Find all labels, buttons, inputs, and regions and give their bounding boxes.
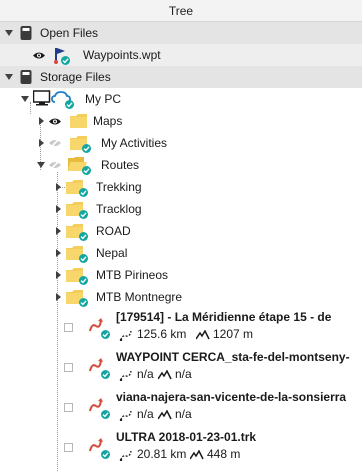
folder-name: Tracklog bbox=[96, 202, 142, 216]
status-check-icon bbox=[82, 166, 91, 175]
track-elevation: n/a bbox=[175, 367, 192, 381]
track-name: viana-najera-san-vicente-de-la-sonsierra bbox=[116, 390, 347, 404]
track-elevation: 448 m bbox=[207, 447, 241, 461]
track-elevation: n/a bbox=[175, 407, 192, 421]
track-name: [179514] - La Méridienne étape 15 - de bbox=[116, 310, 332, 324]
status-check-icon bbox=[65, 100, 74, 109]
track-checkbox[interactable] bbox=[64, 403, 73, 412]
expand-down-icon[interactable] bbox=[4, 28, 14, 38]
folder-icon bbox=[70, 114, 88, 128]
tree-item-folder[interactable]: ROAD bbox=[0, 220, 362, 242]
expand-right-icon[interactable] bbox=[36, 138, 46, 148]
track-checkbox[interactable] bbox=[64, 443, 73, 452]
track-checkbox[interactable] bbox=[64, 363, 73, 372]
section-open-files[interactable]: Open Files bbox=[0, 22, 362, 44]
folder-name: Trekking bbox=[96, 180, 142, 194]
track-elevation: 1207 m bbox=[213, 327, 254, 341]
distance-icon bbox=[119, 329, 133, 341]
elevation-icon bbox=[196, 330, 210, 340]
status-check-icon bbox=[79, 210, 88, 219]
folder-name: Routes bbox=[101, 158, 140, 172]
section-open-files-label: Open Files bbox=[40, 26, 99, 40]
eye-icon[interactable] bbox=[48, 117, 62, 126]
status-check-icon bbox=[101, 450, 110, 459]
distance-icon bbox=[119, 409, 133, 421]
tree-item-folder[interactable]: MTB Pirineos bbox=[0, 264, 362, 286]
track-name: WAYPOINT CERCA_sta-fe-del-montseny- bbox=[116, 350, 350, 364]
tree-item-maps[interactable]: Maps bbox=[0, 110, 362, 132]
expand-right-icon[interactable] bbox=[53, 248, 63, 258]
eye-icon[interactable] bbox=[32, 51, 46, 60]
status-check-icon bbox=[101, 330, 110, 339]
tree-view[interactable]: Open Files Waypoints.wpt Storage Files M… bbox=[0, 22, 362, 471]
expand-right-icon[interactable] bbox=[53, 292, 63, 302]
expand-right-icon[interactable] bbox=[53, 270, 63, 280]
storage-icon bbox=[20, 69, 32, 85]
eye-hidden-icon[interactable] bbox=[48, 159, 62, 171]
file-name: Waypoints.wpt bbox=[83, 48, 161, 62]
expand-right-icon[interactable] bbox=[36, 116, 46, 126]
status-check-icon bbox=[61, 56, 70, 65]
expand-right-icon[interactable] bbox=[53, 204, 63, 214]
track-distance: n/a bbox=[137, 407, 154, 421]
eye-hidden-icon[interactable] bbox=[48, 137, 62, 149]
expand-down-icon[interactable] bbox=[20, 94, 30, 104]
tree-item-folder[interactable]: MTB Montnegre bbox=[0, 286, 362, 308]
expand-down-icon[interactable] bbox=[4, 72, 14, 82]
section-storage-files[interactable]: Storage Files bbox=[0, 66, 362, 88]
status-check-icon bbox=[79, 276, 88, 285]
tree-item-my-activities[interactable]: My Activities bbox=[0, 132, 362, 154]
tree-item-folder[interactable]: Tracklog bbox=[0, 198, 362, 220]
tree-panel-header: Tree bbox=[0, 0, 362, 22]
folder-name: MTB Pirineos bbox=[96, 268, 169, 282]
tree-item-waypoints[interactable]: Waypoints.wpt bbox=[0, 44, 362, 66]
expand-down-icon[interactable] bbox=[36, 160, 46, 170]
tree-item-routes[interactable]: Routes bbox=[0, 154, 362, 176]
status-check-icon bbox=[79, 254, 88, 263]
pc-name: My PC bbox=[85, 92, 121, 106]
status-check-icon bbox=[101, 370, 110, 379]
expand-right-icon[interactable] bbox=[53, 226, 63, 236]
tree-item-folder[interactable]: Nepal bbox=[0, 242, 362, 264]
tree-item-track[interactable]: WAYPOINT CERCA_sta-fe-del-montseny- n/a … bbox=[0, 346, 362, 386]
track-distance: 125.6 km bbox=[137, 327, 187, 341]
track-distance: n/a bbox=[137, 367, 154, 381]
folder-name: ROAD bbox=[96, 224, 131, 238]
tree-item-my-pc[interactable]: My PC bbox=[0, 88, 362, 110]
status-check-icon bbox=[82, 144, 91, 153]
tree-item-folder[interactable]: Trekking bbox=[0, 176, 362, 198]
expand-right-icon[interactable] bbox=[53, 182, 63, 192]
tree-item-track[interactable]: viana-najera-san-vicente-de-la-sonsierra… bbox=[0, 386, 362, 426]
folder-name: My Activities bbox=[101, 136, 168, 150]
distance-icon bbox=[119, 449, 133, 461]
elevation-icon bbox=[190, 450, 204, 460]
folder-name: Nepal bbox=[96, 246, 128, 260]
status-check-icon bbox=[79, 188, 88, 197]
folder-name: Maps bbox=[93, 114, 123, 128]
distance-icon bbox=[119, 369, 133, 381]
elevation-icon bbox=[158, 410, 172, 420]
track-checkbox[interactable] bbox=[64, 323, 73, 332]
open-files-icon bbox=[20, 25, 32, 41]
tree-item-track[interactable]: [179514] - La Méridienne étape 15 - de 1… bbox=[0, 306, 362, 346]
track-distance: 20.81 km bbox=[137, 447, 187, 461]
elevation-icon bbox=[158, 370, 172, 380]
section-storage-files-label: Storage Files bbox=[40, 70, 111, 84]
folder-name: MTB Montnegre bbox=[96, 290, 183, 304]
track-name: ULTRA 2018-01-23-01.trk bbox=[116, 430, 257, 444]
status-check-icon bbox=[101, 410, 110, 419]
tree-item-track[interactable]: ULTRA 2018-01-23-01.trk 20.81 km 448 m bbox=[0, 426, 362, 466]
status-check-icon bbox=[79, 232, 88, 241]
